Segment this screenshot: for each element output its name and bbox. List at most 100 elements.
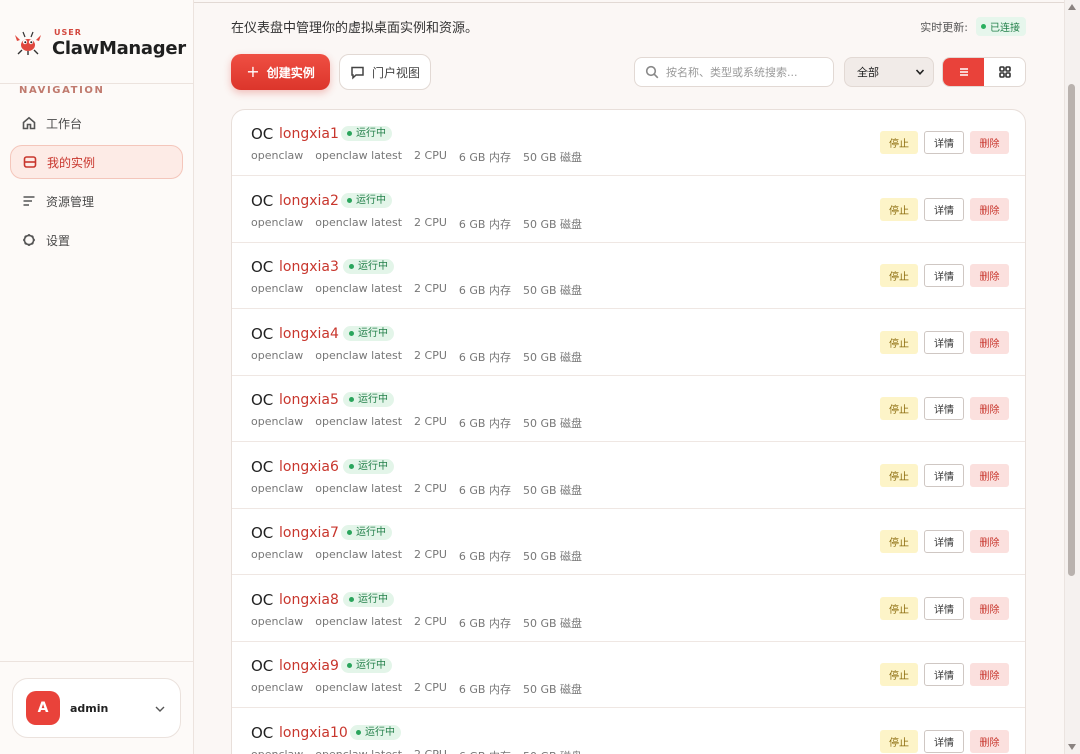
instance-type: openclaw — [251, 215, 304, 229]
scrollbar-thumb[interactable] — [1068, 84, 1075, 576]
instance-type-prefix: OC — [251, 524, 274, 542]
sidebar-item-label: 工作台 — [46, 116, 83, 131]
status-badge: 运行中 — [343, 458, 394, 474]
delete-button[interactable]: 删除 — [970, 530, 1009, 553]
status-badge: 运行中 — [341, 192, 392, 208]
details-button[interactable]: 详情 — [924, 596, 964, 620]
row-actions: 停止 详情 删除 — [880, 397, 1009, 420]
delete-button[interactable]: 删除 — [970, 463, 1009, 487]
instance-row[interactable]: OC longxia9 运行中 openclaw openclaw latest 2 CP… — [232, 642, 1025, 708]
delete-button[interactable]: 删除 — [970, 264, 1009, 287]
delete-button[interactable]: 删除 — [970, 729, 1009, 753]
row-actions: 停止 详情 删除 — [880, 663, 1009, 686]
instance-name-link[interactable]: longxia5 — [279, 392, 339, 408]
grid-view-button[interactable] — [984, 58, 1025, 86]
instance-name-link[interactable]: longxia8 — [279, 592, 339, 608]
instance-name-link[interactable]: longxia3 — [279, 259, 339, 275]
instance-name-link[interactable]: longxia7 — [279, 525, 339, 541]
instance-row[interactable]: OC longxia4 运行中 openclaw openclaw latest 2 CP… — [232, 310, 1025, 376]
filter-select[interactable]: 全部 — [844, 57, 934, 87]
search-box[interactable] — [634, 57, 834, 87]
instance-image: openclaw latest — [315, 481, 403, 495]
stop-button[interactable]: 停止 — [880, 397, 918, 420]
avatar: A — [26, 691, 60, 725]
scroll-down-arrow-icon[interactable] — [1068, 744, 1076, 750]
details-button[interactable]: 详情 — [924, 264, 964, 287]
row-actions: 停止 详情 删除 — [880, 330, 1009, 354]
details-button[interactable]: 详情 — [924, 530, 964, 553]
stop-button[interactable]: 停止 — [880, 264, 918, 287]
user-menu[interactable]: A admin — [12, 678, 181, 738]
details-button[interactable]: 详情 — [924, 463, 964, 487]
instance-meta: openclaw openclaw latest 2 CPU 6 GB 内存 50 GB… — [251, 748, 582, 754]
realtime-label: 实时更新: — [920, 20, 968, 34]
stop-button[interactable]: 停止 — [880, 131, 918, 154]
instance-row[interactable]: OC longxia2 运行中 openclaw openclaw latest 2 CP… — [232, 177, 1025, 243]
scrollbar[interactable] — [1064, 0, 1080, 754]
instance-meta: openclaw openclaw latest 2 CPU 6 GB 内存 50 GB… — [251, 349, 582, 365]
plus-icon: + — [246, 62, 260, 81]
instance-row[interactable]: OC longxia3 运行中 openclaw openclaw latest 2 CP… — [232, 243, 1025, 309]
stop-button[interactable]: 停止 — [880, 596, 918, 620]
chevron-down-icon — [155, 706, 165, 712]
row-actions: 停止 详情 删除 — [880, 596, 1009, 620]
instance-row[interactable]: OC longxia7 运行中 openclaw openclaw latest 2 CP… — [232, 509, 1025, 575]
instance-name-link[interactable]: longxia9 — [279, 658, 339, 674]
portal-view-button[interactable]: 门户视图 — [339, 54, 431, 90]
list-view-button[interactable] — [943, 58, 984, 86]
chat-icon — [351, 66, 364, 80]
delete-button[interactable]: 删除 — [970, 663, 1009, 686]
delete-button[interactable]: 删除 — [970, 596, 1009, 620]
status-badge: 运行中 — [343, 325, 394, 341]
details-button[interactable]: 详情 — [924, 663, 964, 686]
instance-disk: 50 GB 磁盘 — [522, 550, 583, 563]
details-button[interactable]: 详情 — [924, 729, 964, 753]
stop-button[interactable]: 停止 — [880, 463, 918, 487]
instance-image: openclaw latest — [315, 282, 403, 295]
create-instance-label: 创建实例 — [266, 65, 315, 80]
details-button[interactable]: 详情 — [924, 131, 964, 154]
sidebar-item-dashboard[interactable]: 工作台 — [10, 106, 183, 140]
stop-button[interactable]: 停止 — [880, 530, 918, 553]
instance-name-link[interactable]: longxia6 — [279, 459, 339, 475]
instance-name-link[interactable]: longxia2 — [279, 193, 339, 209]
search-input[interactable] — [666, 65, 826, 79]
stop-button[interactable]: 停止 — [880, 729, 918, 753]
stop-button[interactable]: 停止 — [880, 197, 918, 221]
status-badge: 运行中 — [343, 392, 394, 407]
details-button[interactable]: 详情 — [924, 197, 964, 221]
stop-button[interactable]: 停止 — [880, 330, 918, 354]
delete-button[interactable]: 删除 — [970, 397, 1009, 420]
sidebar-item-resources[interactable]: 资源管理 — [10, 184, 183, 218]
create-instance-button[interactable]: + 创建实例 — [231, 54, 330, 90]
top-edge — [194, 0, 1064, 3]
details-button[interactable]: 详情 — [924, 397, 964, 420]
instance-row[interactable]: OC longxia10 运行中 openclaw openclaw latest 2 C… — [232, 709, 1025, 754]
delete-button[interactable]: 删除 — [970, 131, 1009, 154]
instance-type-prefix: OC — [251, 657, 274, 675]
row-actions: 停止 详情 删除 — [880, 729, 1009, 753]
instance-row[interactable]: OC longxia8 运行中 openclaw openclaw latest 2 CP… — [232, 576, 1025, 642]
grid-icon — [998, 66, 1011, 78]
instance-row[interactable]: OC longxia6 运行中 openclaw openclaw latest 2 CP… — [232, 443, 1025, 509]
sidebar-item-settings[interactable]: 设置 — [10, 223, 183, 257]
row-actions: 停止 详情 删除 — [880, 131, 1009, 154]
instance-disk: 50 GB 磁盘 — [523, 748, 582, 754]
details-button[interactable]: 详情 — [924, 330, 964, 354]
brand[interactable]: USER ClawManager — [14, 26, 186, 66]
instance-name-link[interactable]: longxia4 — [279, 326, 339, 342]
instance-name-link[interactable]: longxia10 — [279, 725, 348, 741]
instance-meta: openclaw openclaw latest 2 CPU 6 GB 内存 50 GB… — [251, 548, 582, 564]
instance-row[interactable]: OC longxia1 运行中 openclaw openclaw latest 2 CP… — [232, 110, 1025, 176]
instance-type: openclaw — [251, 282, 304, 295]
instance-memory: 6 GB 内存 — [458, 217, 511, 231]
scroll-up-arrow-icon[interactable] — [1068, 4, 1076, 10]
delete-button[interactable]: 删除 — [970, 330, 1009, 354]
instance-name-link[interactable]: longxia1 — [279, 126, 339, 142]
instance-cpu: 2 CPU — [414, 282, 447, 295]
delete-button[interactable]: 删除 — [970, 197, 1009, 221]
instance-meta: openclaw openclaw latest 2 CPU 6 GB 内存 50 GB… — [251, 216, 582, 232]
stop-button[interactable]: 停止 — [880, 663, 918, 686]
sidebar-item-my-instances[interactable]: 我的实例 — [10, 145, 183, 179]
instance-row[interactable]: OC longxia5 运行中 openclaw openclaw latest 2 CP… — [232, 376, 1025, 442]
